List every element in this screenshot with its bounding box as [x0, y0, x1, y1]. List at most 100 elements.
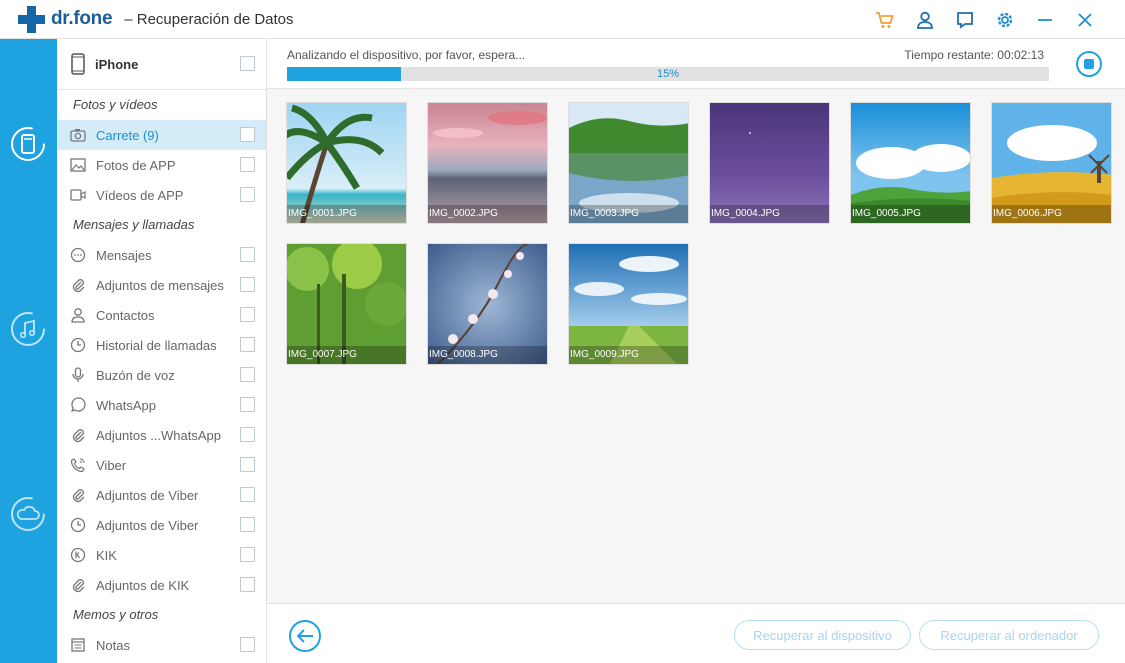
thumbnail-filename: IMG_0007.JPG [287, 346, 406, 364]
back-button[interactable] [289, 620, 321, 652]
item-checkbox[interactable] [240, 487, 255, 502]
sidebar-item-viber[interactable]: Viber [57, 450, 266, 480]
sidebar-item-voicemail[interactable]: Buzón de voz [57, 360, 266, 390]
thumbnail-filename: IMG_0009.JPG [569, 346, 688, 364]
thumbnail-filename: IMG_0002.JPG [428, 205, 547, 223]
thumbnail[interactable]: IMG_0004.JPG [709, 102, 830, 224]
item-checkbox[interactable] [240, 367, 255, 382]
scan-progress: Analizando el dispositivo, por favor, es… [267, 39, 1125, 89]
whatsapp-icon [69, 396, 87, 414]
item-checkbox[interactable] [240, 277, 255, 292]
sidebar-item-label: Adjuntos de KIK [96, 577, 190, 593]
window-controls [865, 0, 1105, 39]
kik-icon [69, 546, 87, 564]
item-checkbox[interactable] [240, 427, 255, 442]
sidebar-item-kik-attachments[interactable]: Adjuntos de KIK [57, 570, 266, 600]
item-checkbox[interactable] [240, 307, 255, 322]
title-bar: dr.fone – Recuperación de Datos [0, 0, 1125, 39]
sidebar-item-label: Adjuntos ...WhatsApp [96, 427, 222, 443]
clock-icon [69, 516, 87, 534]
icloud-recover-icon[interactable] [9, 495, 47, 533]
sidebar-item-whatsapp[interactable]: WhatsApp [57, 390, 266, 420]
arrow-left-icon [296, 629, 313, 643]
cart-icon[interactable] [865, 0, 905, 39]
stop-scan-button[interactable] [1076, 51, 1102, 77]
sidebar-item-label: Adjuntos de mensajes [96, 277, 224, 293]
close-icon[interactable] [1065, 0, 1105, 39]
thumbnail[interactable]: IMG_0005.JPG [850, 102, 971, 224]
thumbnail[interactable]: IMG_0001.JPG [286, 102, 407, 224]
drfone-cross-icon [18, 5, 45, 33]
item-checkbox[interactable] [240, 127, 255, 142]
item-checkbox[interactable] [240, 187, 255, 202]
clock-icon [69, 336, 87, 354]
thumbnail-filename: IMG_0008.JPG [428, 346, 547, 364]
app-title: – Recuperación de Datos [124, 10, 294, 28]
itunes-recover-icon[interactable] [9, 310, 47, 348]
item-checkbox[interactable] [240, 157, 255, 172]
sidebar-item-label: Vídeos de APP [96, 187, 184, 203]
thumbnail[interactable]: IMG_0002.JPG [427, 102, 548, 224]
sidebar-item-label: Fotos de APP [96, 157, 176, 173]
thumbnail[interactable]: IMG_0008.JPG [427, 243, 548, 365]
time-remaining: Tiempo restante: 00:02:13 [904, 48, 1044, 62]
minimize-icon[interactable] [1025, 0, 1065, 39]
device-row[interactable]: iPhone [57, 39, 266, 90]
thumbnail[interactable]: IMG_0007.JPG [286, 243, 407, 365]
device-checkbox[interactable] [240, 56, 255, 71]
sidebar-item-app-videos[interactable]: Vídeos de APP [57, 180, 266, 210]
app-logo: dr.fone [18, 5, 113, 33]
sidebar-item-kik[interactable]: KIK [57, 540, 266, 570]
settings-icon[interactable] [985, 0, 1025, 39]
thumbnail[interactable]: IMG_0003.JPG [568, 102, 689, 224]
video-icon [69, 186, 87, 204]
sidebar-item-message-attachments[interactable]: Adjuntos de mensajes [57, 270, 266, 300]
camera-icon [69, 126, 87, 144]
phone-icon [69, 456, 87, 474]
sidebar-item-label: Contactos [96, 307, 155, 323]
sidebar-item-app-photos[interactable]: Fotos de APP [57, 150, 266, 180]
item-checkbox[interactable] [240, 247, 255, 262]
phone-device-icon [71, 53, 85, 75]
mode-rail [0, 39, 57, 663]
section-photos: Fotos y vídeos [73, 97, 158, 112]
recover-to-computer-button[interactable]: Recuperar al ordenador [919, 620, 1099, 650]
progress-percent: 15% [656, 68, 680, 80]
feedback-icon[interactable] [945, 0, 985, 39]
item-checkbox[interactable] [240, 577, 255, 592]
item-checkbox[interactable] [240, 637, 255, 652]
sidebar-item-notes[interactable]: Notas [57, 630, 266, 660]
user-icon[interactable] [905, 0, 945, 39]
item-checkbox[interactable] [240, 337, 255, 352]
sidebar-item-contacts[interactable]: Contactos [57, 300, 266, 330]
item-checkbox[interactable] [240, 547, 255, 562]
sidebar-item-viber-attachments-2[interactable]: Adjuntos de Viber [57, 510, 266, 540]
sidebar-item-messages[interactable]: Mensajes [57, 240, 266, 270]
sidebar-item-label: KIK [96, 547, 117, 563]
microphone-icon [69, 366, 87, 384]
thumbnail-filename: IMG_0005.JPG [851, 205, 970, 223]
thumbnail-filename: IMG_0003.JPG [569, 205, 688, 223]
sidebar-item-label: Mensajes [96, 247, 152, 263]
device-recover-icon[interactable] [9, 125, 47, 163]
thumbnail-filename: IMG_0004.JPG [710, 205, 829, 223]
scan-status: Analizando el dispositivo, por favor, es… [287, 48, 526, 62]
recover-to-device-button[interactable]: Recuperar al dispositivo [734, 620, 911, 650]
item-checkbox[interactable] [240, 457, 255, 472]
sidebar-item-label: Notas [96, 637, 130, 653]
logo-text: dr.fone [51, 8, 113, 29]
sidebar-item-camera-roll[interactable]: Carrete (9) [57, 120, 266, 150]
thumbnail[interactable]: IMG_0006.JPG [991, 102, 1112, 224]
section-memos: Memos y otros [73, 607, 159, 622]
sidebar-item-call-history[interactable]: Historial de llamadas [57, 330, 266, 360]
message-icon [69, 246, 87, 264]
item-checkbox[interactable] [240, 397, 255, 412]
notes-icon [69, 636, 87, 654]
paperclip-icon [69, 486, 87, 504]
thumbnail[interactable]: IMG_0009.JPG [568, 243, 689, 365]
item-checkbox[interactable] [240, 517, 255, 532]
paperclip-icon [69, 276, 87, 294]
sidebar-item-viber-attachments[interactable]: Adjuntos de Viber [57, 480, 266, 510]
sidebar-item-whatsapp-attachments[interactable]: Adjuntos ...WhatsApp [57, 420, 266, 450]
sidebar-item-label: Viber [96, 457, 127, 473]
